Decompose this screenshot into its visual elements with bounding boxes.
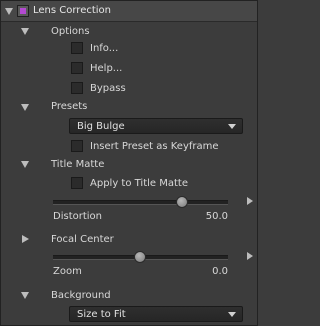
help-label: Help... <box>90 63 123 74</box>
distortion-value[interactable]: 50.0 <box>191 211 228 223</box>
zoom-expand-icon[interactable] <box>247 252 253 260</box>
presets-selected: Big Bulge <box>77 121 125 132</box>
panel-header[interactable]: Lens Correction <box>1 1 257 22</box>
distortion-slider-knob[interactable] <box>176 196 188 208</box>
apply-title-matte-checkbox[interactable] <box>71 177 83 189</box>
bypass-checkbox[interactable] <box>71 82 83 94</box>
info-checkbox[interactable] <box>71 42 83 54</box>
options-label: Options <box>51 26 90 37</box>
insert-keyframe-checkbox[interactable] <box>71 140 83 152</box>
zoom-label: Zoom <box>53 266 82 277</box>
background-selected: Size to Fit <box>77 309 126 320</box>
zoom-value[interactable]: 0.0 <box>191 266 228 278</box>
bypass-label: Bypass <box>90 83 126 94</box>
presets-label: Presets <box>51 101 88 112</box>
insert-keyframe-label: Insert Preset as Keyframe <box>90 141 219 152</box>
focal-center-label: Focal Center <box>51 234 114 245</box>
presets-expand-icon[interactable] <box>21 104 29 111</box>
chevron-down-icon <box>228 124 236 129</box>
presets-dropdown[interactable]: Big Bulge <box>69 118 243 134</box>
chevron-down-icon <box>228 312 236 317</box>
help-checkbox[interactable] <box>71 62 83 74</box>
info-label: Info... <box>90 43 119 54</box>
options-expand-icon[interactable] <box>21 28 29 35</box>
background-dropdown[interactable]: Size to Fit <box>69 306 243 322</box>
lens-correction-panel: Lens Correction Options Info... Help... … <box>0 0 258 326</box>
zoom-slider-knob[interactable] <box>134 251 146 263</box>
distortion-label: Distortion <box>53 211 102 222</box>
collapse-icon[interactable] <box>5 8 13 15</box>
apply-title-matte-label: Apply to Title Matte <box>90 178 188 189</box>
title-matte-label: Title Matte <box>51 159 105 170</box>
distortion-slider-track[interactable] <box>53 200 228 205</box>
distortion-expand-icon[interactable] <box>247 197 253 205</box>
title-matte-expand-icon[interactable] <box>21 161 29 168</box>
background-label: Background <box>51 290 111 301</box>
background-expand-icon[interactable] <box>21 292 29 299</box>
panel-title: Lens Correction <box>33 5 112 16</box>
effect-icon <box>17 5 29 17</box>
focal-center-expand-icon[interactable] <box>22 235 29 243</box>
